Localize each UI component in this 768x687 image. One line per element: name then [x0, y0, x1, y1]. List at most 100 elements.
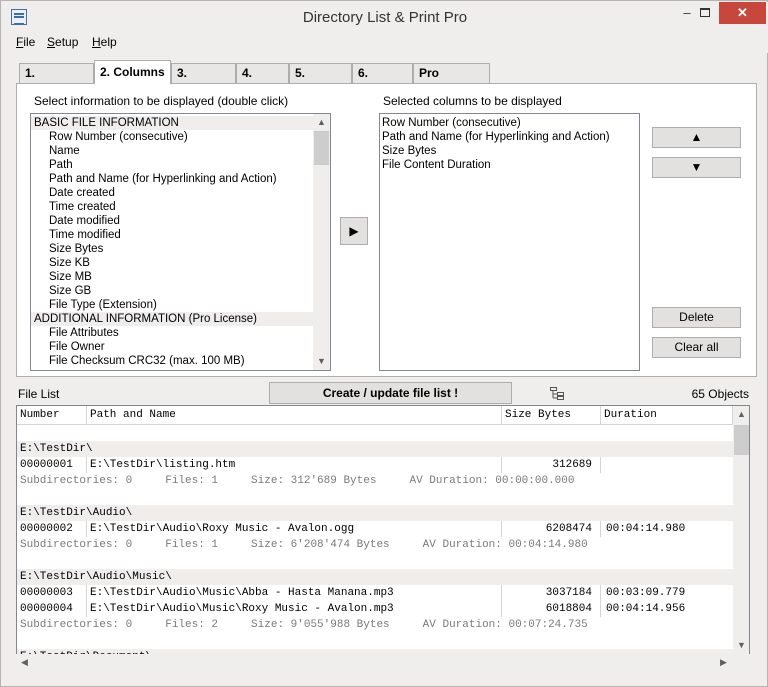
tab-columns[interactable]: 2. Columns [94, 60, 171, 84]
directory-row[interactable]: E:\TestDir\ [17, 441, 733, 457]
menu-setup[interactable]: Setup [47, 35, 78, 49]
column-header-number[interactable]: Number [17, 406, 87, 425]
selected-list-item[interactable]: Row Number (consecutive) [380, 116, 521, 130]
column-header-duration[interactable]: Duration [601, 406, 733, 425]
selected-list-item[interactable]: Path and Name (for Hyperlinking and Acti… [380, 130, 610, 144]
column-header-size[interactable]: Size Bytes [502, 406, 601, 425]
available-list-scrollbar[interactable]: ▲ ▼ [313, 114, 330, 370]
cell-size: 6208474 [502, 521, 601, 537]
cell-duration: 00:04:14.956 [606, 603, 686, 615]
file-list-label: File List [18, 387, 60, 401]
selected-columns-list[interactable]: Row Number (consecutive) Path and Name (f… [379, 113, 640, 371]
scroll-up-icon[interactable]: ▲ [313, 114, 330, 131]
tab-pro-license[interactable]: Pro License [413, 63, 490, 99]
directory-row[interactable]: E:\TestDir\Audio\ [17, 505, 733, 521]
list-item[interactable]: Size GB [31, 284, 313, 298]
cell-number: 00000001 [17, 457, 87, 473]
list-item[interactable]: Date created [31, 186, 313, 200]
list-item[interactable]: Time created [31, 200, 313, 214]
delete-button[interactable]: Delete [652, 307, 741, 328]
title-bar[interactable]: Directory List & Print Pro – ✕ [2, 2, 768, 32]
selected-list-item[interactable]: File Content Duration [380, 158, 491, 172]
grid-scroll-down-icon[interactable]: ▼ [733, 637, 749, 654]
cell-duration: 00:04:14.980 [606, 523, 686, 535]
available-columns-label: Select information to be displayed (doub… [34, 94, 289, 108]
maximize-icon[interactable] [692, 2, 718, 24]
main-window: Directory List & Print Pro – ✕ File Setu… [0, 0, 768, 687]
cell-number: 00000003 [17, 585, 87, 601]
cell-duration: 00:03:09.779 [606, 587, 686, 599]
available-columns-list[interactable]: BASIC FILE INFORMATION Row Number (consec… [30, 113, 331, 371]
directory-path: E:\TestDir\Audio\Music\ [20, 571, 172, 583]
move-up-button[interactable]: ▲ [652, 127, 741, 148]
menu-help[interactable]: Help [92, 35, 117, 49]
table-row[interactable]: 00000004 E:\TestDir\Audio\Music\Roxy Musi… [17, 601, 733, 617]
close-icon[interactable]: ✕ [719, 2, 766, 24]
tab-display[interactable]: 3. Display [171, 63, 236, 99]
blank-row [17, 425, 733, 441]
grid-scroll-right-icon[interactable]: ▶ [715, 654, 732, 671]
file-list-grid[interactable]: Number Path and Name Size Bytes Duration… [16, 405, 750, 671]
summary-text: Subdirectories: 0 Files: 1 Size: 6'208'4… [20, 539, 588, 551]
file-list-vscrollbar[interactable]: ▲ ▼ [733, 406, 749, 654]
create-file-list-button[interactable]: Create / update file list ! [269, 382, 512, 404]
tab-output[interactable]: 5. Output [289, 63, 352, 99]
column-header-path[interactable]: Path and Name [87, 406, 502, 425]
cell-duration [601, 457, 733, 473]
blank-row [17, 553, 733, 569]
cell-number: 00000002 [17, 521, 87, 537]
list-item[interactable]: Row Number (consecutive) [31, 130, 313, 144]
summary-row[interactable]: Subdirectories: 0 Files: 1 Size: 312'689… [17, 473, 733, 489]
summary-row[interactable]: Subdirectories: 0 Files: 2 Size: 9'055'9… [17, 617, 733, 633]
directory-row[interactable]: E:\TestDir\Audio\Music\ [17, 569, 733, 585]
cell-path: E:\TestDir\Audio\Music\Roxy Music - Aval… [87, 601, 502, 617]
selected-columns-label: Selected columns to be displayed [383, 94, 562, 108]
grid-scroll-thumb[interactable] [734, 425, 749, 455]
list-item[interactable]: Name [31, 144, 313, 158]
directory-path: E:\TestDir\ [20, 443, 93, 455]
tab-action[interactable]: 6. Action [352, 63, 413, 99]
list-item[interactable]: File Owner [31, 340, 313, 354]
table-row[interactable]: 00000003 E:\TestDir\Audio\Music\Abba - Ha… [17, 585, 733, 601]
scroll-down-icon[interactable]: ▼ [313, 353, 330, 370]
list-item[interactable]: File Checksum CRC32 (max. 100 MB) [31, 354, 313, 368]
move-down-button[interactable]: ▼ [652, 157, 741, 178]
list-item[interactable]: Size MB [31, 270, 313, 284]
menu-file[interactable]: File [16, 35, 35, 49]
summary-row[interactable]: Subdirectories: 0 Files: 1 Size: 6'208'4… [17, 537, 733, 553]
list-item[interactable]: Size KB [31, 256, 313, 270]
file-list-hscrollbar[interactable]: ◀ ▶ [16, 654, 750, 671]
grid-scroll-up-icon[interactable]: ▲ [733, 406, 749, 423]
grid-scroll-left-icon[interactable]: ◀ [16, 654, 33, 671]
cell-number: 00000004 [17, 601, 87, 617]
list-item[interactable]: File Attributes [31, 326, 313, 340]
object-count: 65 Objects [691, 387, 749, 401]
list-tree-icon[interactable] [550, 387, 564, 400]
columns-tab-panel: Select information to be displayed (doub… [16, 83, 757, 377]
summary-text: Subdirectories: 0 Files: 1 Size: 312'689… [20, 475, 575, 487]
list-item[interactable]: Size Bytes [31, 242, 313, 256]
cell-path: E:\TestDir\Audio\Roxy Music - Avalon.ogg [87, 521, 502, 537]
blank-row [17, 489, 733, 505]
cell-path: E:\TestDir\Audio\Music\Abba - Hasta Mana… [87, 585, 502, 601]
table-row[interactable]: 00000001 E:\TestDir\listing.htm 312689 [17, 457, 733, 473]
list-item[interactable]: Path and Name (for Hyperlinking and Acti… [31, 172, 313, 186]
selected-list-item[interactable]: Size Bytes [380, 144, 436, 158]
add-column-button[interactable]: ▶ [340, 217, 368, 245]
list-group-header: ADDITIONAL INFORMATION (Pro License) [31, 312, 313, 326]
table-row[interactable]: 00000002 E:\TestDir\Audio\Roxy Music - Av… [17, 521, 733, 537]
clear-all-button[interactable]: Clear all [652, 337, 741, 358]
blank-row [17, 633, 733, 649]
cell-size: 6018804 [502, 601, 601, 617]
tab-directory[interactable]: 1. Directory [19, 63, 94, 99]
tab-filter[interactable]: 4. Filter [236, 63, 289, 99]
list-item[interactable]: File Type (Extension) [31, 298, 313, 312]
scroll-thumb[interactable] [314, 131, 329, 165]
list-item[interactable]: Time modified [31, 228, 313, 242]
list-item[interactable]: Date modified [31, 214, 313, 228]
list-group-header: BASIC FILE INFORMATION [31, 116, 313, 130]
directory-path: E:\TestDir\Audio\ [20, 507, 133, 519]
list-item[interactable]: Path [31, 158, 313, 172]
cell-size: 312689 [502, 457, 601, 473]
cell-path: E:\TestDir\listing.htm [87, 457, 502, 473]
